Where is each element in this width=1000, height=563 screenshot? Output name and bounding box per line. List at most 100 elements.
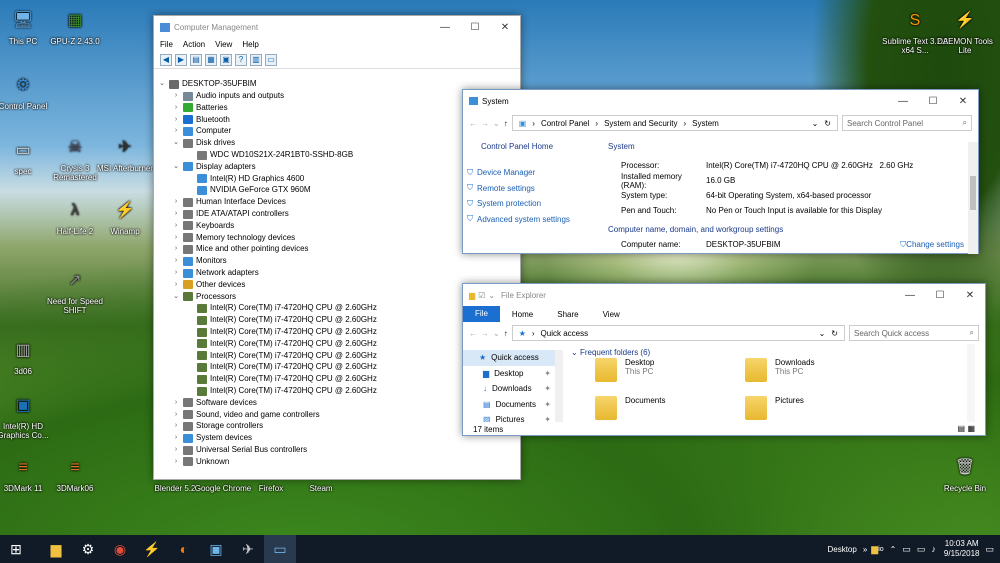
- forward-icon[interactable]: →: [481, 119, 489, 128]
- tree-node[interactable]: › Batteries: [172, 102, 228, 114]
- firefox-icon[interactable]: ◐: [168, 535, 200, 563]
- expand-arrow-icon[interactable]: ›: [172, 243, 180, 255]
- properties-icon[interactable]: ▣: [220, 53, 232, 66]
- tray-overflow-icon[interactable]: ⌃: [890, 545, 897, 554]
- desktop-toolbar-label[interactable]: Desktop: [827, 545, 856, 554]
- tree-node[interactable]: Intel(R) Core(TM) i7-4720HQ CPU @ 2.60GH…: [186, 385, 377, 397]
- expand-arrow-icon[interactable]: ›: [172, 444, 180, 456]
- notifications-icon[interactable]: ▭: [985, 544, 994, 555]
- sys-search-input[interactable]: Search Control Panel ⌕: [842, 115, 972, 131]
- back-icon[interactable]: ←: [469, 329, 477, 338]
- tray-folder-icon[interactable]: ▆: [871, 544, 878, 555]
- search-icon[interactable]: [32, 535, 40, 563]
- tree-node[interactable]: › IDE ATA/ATAPI controllers: [172, 208, 289, 220]
- frequent-folders-header[interactable]: ⌄ Frequent folders (6): [571, 348, 977, 357]
- tree-node[interactable]: ⌄ Processors: [172, 291, 236, 303]
- control-panel-home-link[interactable]: Control Panel Home: [481, 142, 601, 151]
- clock[interactable]: 10:03 AM 9/15/2018: [944, 539, 980, 559]
- pin-icon[interactable]: ✦: [544, 400, 551, 409]
- show-hide-tree-icon[interactable]: ▦: [205, 53, 217, 66]
- folder-up-icon[interactable]: ▤: [190, 53, 202, 66]
- desktop-icon[interactable]: ≡ 3DMark06: [40, 452, 110, 493]
- pin-icon[interactable]: ✦: [544, 369, 551, 378]
- tray-chevron-icon[interactable]: »: [863, 545, 867, 554]
- nav-item[interactable]: ▨ Pictures ✦: [463, 412, 563, 422]
- expand-arrow-icon[interactable]: ›: [172, 456, 180, 468]
- tree-node[interactable]: › System devices: [172, 432, 252, 444]
- expand-arrow-icon[interactable]: ›: [172, 232, 180, 244]
- tray-io-label[interactable]: io: [878, 546, 883, 553]
- desktop-icon[interactable]: ⚙ Control Panel: [0, 70, 58, 111]
- msi-afterburner-icon[interactable]: ✈: [232, 535, 264, 563]
- fe-breadcrumb[interactable]: ★ › Quick access ⌄ ↻: [511, 325, 845, 341]
- close-button[interactable]: ✕: [490, 16, 520, 38]
- pin-icon[interactable]: ✦: [544, 415, 551, 422]
- folder-tile[interactable]: Downloads This PC: [745, 358, 885, 382]
- tree-node[interactable]: › Bluetooth: [172, 114, 230, 126]
- tree-node[interactable]: › Software devices: [172, 397, 257, 409]
- address-dropdown-icon[interactable]: ⌄: [812, 119, 819, 128]
- minimize-button[interactable]: —: [888, 90, 918, 112]
- file-explorer-icon[interactable]: ▆: [40, 535, 72, 563]
- forward-icon[interactable]: →: [481, 329, 489, 338]
- up-icon[interactable]: ↑: [504, 119, 508, 128]
- desktop-icon[interactable]: ▦ GPU-Z 2.43.0: [40, 5, 110, 46]
- desktop-icon[interactable]: ⚡ DAEMON Tools Lite: [930, 5, 1000, 55]
- sys-title-bar[interactable]: System — ☐ ✕: [463, 90, 978, 112]
- sys-scrollbar[interactable]: [968, 142, 978, 254]
- fe-search-input[interactable]: Search Quick access ⌕: [849, 325, 979, 341]
- tree-node[interactable]: Intel(R) Core(TM) i7-4720HQ CPU @ 2.60GH…: [186, 302, 377, 314]
- quick-access-toolbar-dropdown-icon[interactable]: ⌄: [488, 291, 495, 300]
- back-icon[interactable]: ←: [469, 119, 477, 128]
- back-icon[interactable]: ◀: [160, 53, 172, 66]
- tree-node[interactable]: NVIDIA GeForce GTX 960M: [186, 184, 310, 196]
- sys-link[interactable]: ⛉ Remote settings: [467, 181, 601, 197]
- menu-file[interactable]: File: [160, 40, 173, 49]
- sys-link[interactable]: ⛉ Advanced system settings: [467, 212, 601, 228]
- expand-arrow-icon[interactable]: ›: [172, 208, 180, 220]
- close-button[interactable]: ✕: [955, 284, 985, 306]
- desktop-icon[interactable]: ▥ 3d06: [0, 335, 58, 376]
- help-icon[interactable]: ?: [235, 53, 247, 66]
- tree-node[interactable]: › Keyboards: [172, 220, 234, 232]
- volume-icon[interactable]: ♪: [931, 544, 936, 554]
- tree-root[interactable]: ⌄ DESKTOP-35UFBIM: [158, 78, 257, 90]
- refresh-icon[interactable]: ↻: [831, 329, 838, 338]
- checkmark-icon[interactable]: ☑: [478, 291, 485, 300]
- tree-node[interactable]: ⌄ Display adapters: [172, 161, 256, 173]
- tree-node[interactable]: WDC WD10S21X-24R1BT0-SSHD-8GB: [186, 149, 353, 161]
- sys-link[interactable]: ⛉ Device Manager: [467, 165, 601, 181]
- ribbon-tab-home[interactable]: Home: [500, 310, 545, 319]
- desktop-icon[interactable]: ⚡ Winamp: [90, 195, 160, 236]
- start-windows-icon[interactable]: ⊞: [0, 535, 32, 563]
- ribbon-tab-file[interactable]: File: [463, 306, 500, 322]
- view-icon[interactable]: ▥: [250, 53, 262, 66]
- fe-main-scrollbar[interactable]: [967, 344, 975, 422]
- tree-node[interactable]: Intel(R) Core(TM) i7-4720HQ CPU @ 2.60GH…: [186, 314, 377, 326]
- battery-icon[interactable]: ▭: [902, 544, 911, 555]
- tree-node[interactable]: › Other devices: [172, 279, 245, 291]
- expand-arrow-icon[interactable]: ›: [172, 125, 180, 137]
- sys-link[interactable]: ⛉ System protection: [467, 196, 601, 212]
- computer-management-task-icon[interactable]: ▣: [200, 535, 232, 563]
- network-icon[interactable]: ▭: [917, 544, 926, 555]
- tree-node[interactable]: Intel(R) Core(TM) i7-4720HQ CPU @ 2.60GH…: [186, 373, 377, 385]
- tree-node[interactable]: › Human Interface Devices: [172, 196, 286, 208]
- minimize-button[interactable]: —: [430, 16, 460, 38]
- tree-node[interactable]: › Network adapters: [172, 267, 259, 279]
- settings-gear-icon[interactable]: ⚙: [72, 535, 104, 563]
- sys-scroll-thumb[interactable]: [970, 176, 976, 210]
- folder-tile[interactable]: Desktop This PC: [595, 358, 735, 382]
- crumb-system[interactable]: System: [692, 119, 719, 128]
- maximize-button[interactable]: ☐: [460, 16, 490, 38]
- desktop-icon[interactable]: 🗑 Recycle Bin: [930, 452, 1000, 493]
- nav-item[interactable]: ▆ Desktop ✦: [463, 366, 563, 382]
- tree-node[interactable]: Intel(R) Core(TM) i7-4720HQ CPU @ 2.60GH…: [186, 326, 377, 338]
- expand-arrow-icon[interactable]: ›: [172, 267, 180, 279]
- expand-arrow-icon[interactable]: ›: [172, 432, 180, 444]
- breadcrumb[interactable]: ▣ › Control Panel › System and Security › S…: [511, 115, 838, 131]
- tree-node[interactable]: › Unknown: [172, 456, 229, 468]
- folder-tile[interactable]: Documents: [595, 396, 735, 420]
- desktop-icon[interactable]: ↗ Need for Speed SHIFT: [40, 265, 110, 315]
- expand-arrow-icon[interactable]: ›: [172, 279, 180, 291]
